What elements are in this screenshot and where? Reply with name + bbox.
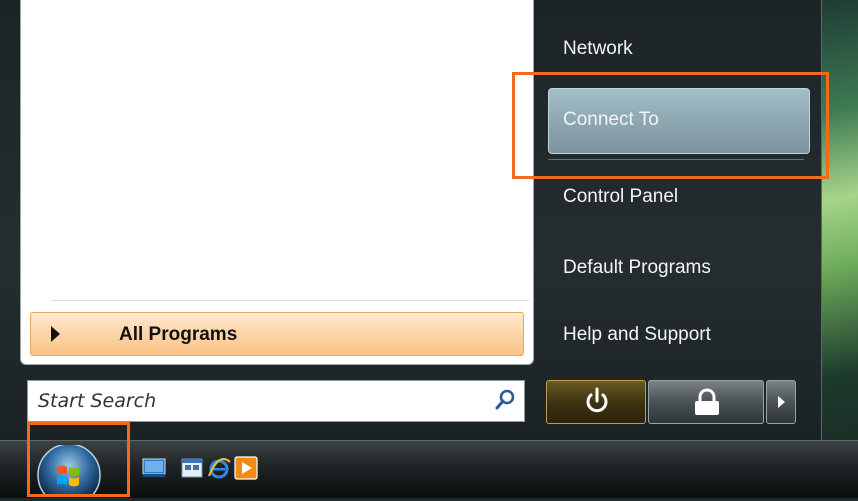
menu-item-default-programs[interactable]: Default Programs [563,257,711,279]
all-programs-label: All Programs [119,324,238,345]
all-programs-button[interactable]: All Programs [30,312,524,356]
panel-separator [51,300,529,301]
power-icon [586,387,608,413]
arrow-right-icon [778,396,785,408]
internet-explorer-icon[interactable] [207,456,231,480]
menu-item-control-panel[interactable]: Control Panel [563,186,678,208]
power-button[interactable] [546,380,646,424]
menu-item-label: Network [563,38,633,59]
desktop-wallpaper [820,0,858,440]
menu-item-label: Control Panel [563,186,679,207]
pinned-programs-panel: All Programs [20,0,534,365]
power-button-group [546,380,796,424]
start-button-highlight-box [27,422,130,497]
show-desktop-icon[interactable] [142,456,166,480]
start-search-box[interactable] [27,380,525,422]
triangle-right-icon [51,326,60,342]
menu-item-network[interactable]: Network [563,38,633,60]
lock-button[interactable] [648,380,764,424]
menu-item-label: Default Programs [563,257,711,278]
menu-item-label: Help and Support [563,324,711,345]
search-icon[interactable] [494,389,516,411]
start-search-input[interactable] [28,381,478,421]
switch-windows-icon[interactable] [180,456,204,480]
connect-to-highlight-box [512,72,829,179]
lock-icon [695,388,719,415]
menu-item-help-and-support[interactable]: Help and Support [563,324,711,346]
shutdown-options-button[interactable] [766,380,796,424]
media-player-icon[interactable] [234,456,258,480]
start-menu: All Programs Network Connect To Control … [0,0,822,440]
